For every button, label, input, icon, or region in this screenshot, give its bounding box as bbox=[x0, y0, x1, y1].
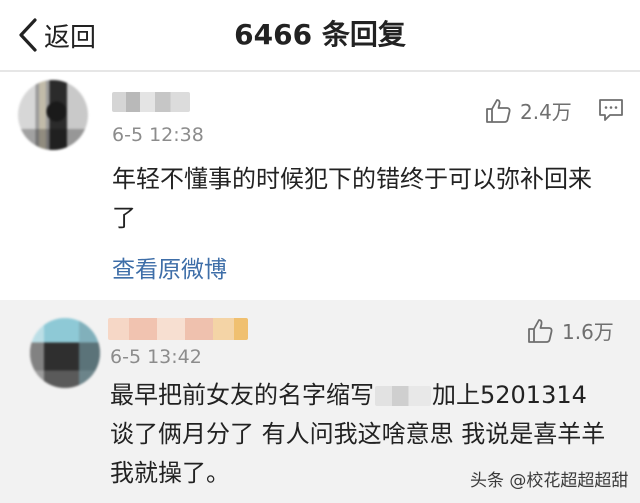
watermark: 头条 @校花超超超甜 bbox=[470, 471, 629, 491]
like-count: 2.4万 bbox=[520, 100, 572, 124]
username-blurred[interactable] bbox=[108, 318, 248, 340]
reply-time: 6-5 13:42 bbox=[110, 346, 202, 368]
masked-text bbox=[375, 386, 431, 406]
thumb-up-icon bbox=[486, 98, 511, 123]
reply-text-part: 最早把前女友的名字缩写 bbox=[110, 381, 374, 409]
like-count: 1.6万 bbox=[562, 320, 614, 344]
reply-icon[interactable] bbox=[598, 98, 624, 122]
avatar[interactable] bbox=[30, 318, 100, 388]
like-button[interactable]: 2.4万 bbox=[484, 96, 572, 125]
like-button[interactable]: 1.6万 bbox=[526, 316, 614, 345]
username-blurred[interactable] bbox=[112, 92, 190, 112]
comment-time: 6-5 12:38 bbox=[112, 124, 204, 146]
avatar[interactable] bbox=[18, 80, 88, 150]
view-original-link[interactable]: 查看原微博 bbox=[112, 250, 227, 284]
page-title: 6466 条回复 bbox=[234, 18, 406, 51]
thumb-up-icon bbox=[528, 318, 553, 343]
nav-bar: 返回 6466 条回复 bbox=[0, 0, 640, 70]
comment-text: 年轻不懂事的时候犯下的错终于可以弥补回来了 bbox=[112, 165, 592, 232]
